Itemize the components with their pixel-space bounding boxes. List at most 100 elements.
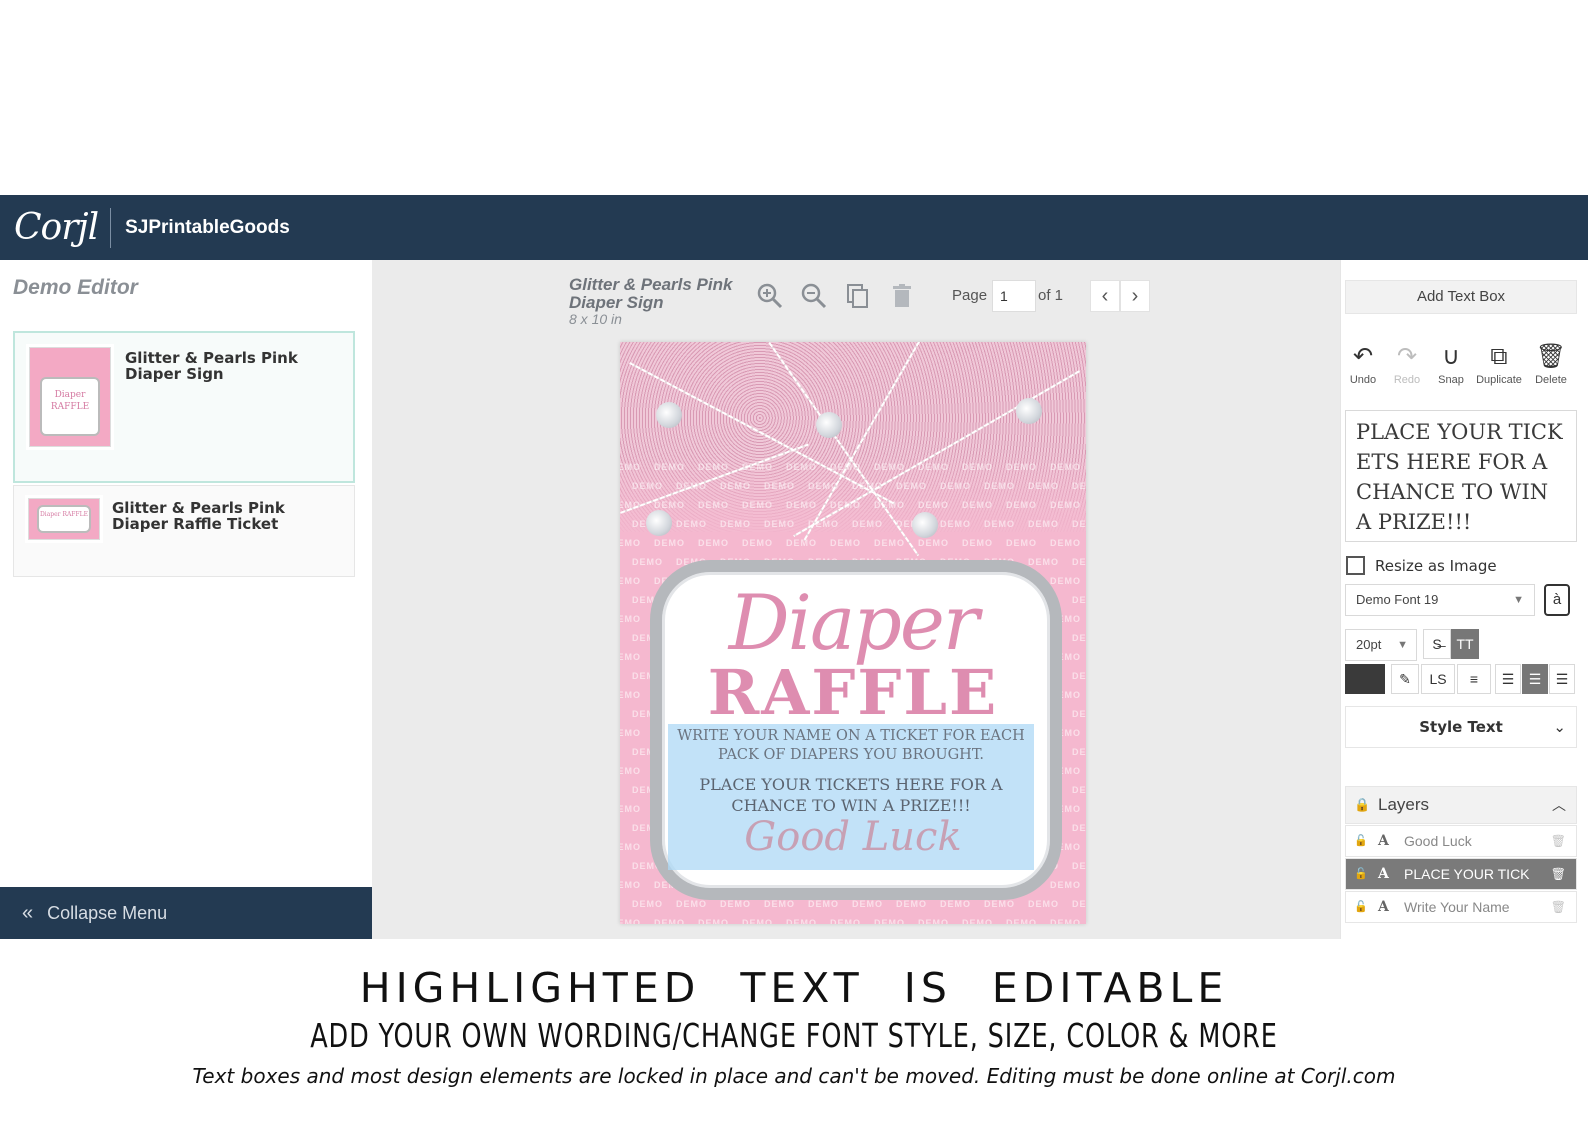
watermark-text: DEMO [1028, 519, 1059, 529]
style-text-dropdown[interactable]: Style Text ⌄ [1345, 706, 1577, 748]
title-script-text[interactable]: Diaper [620, 578, 1086, 667]
trash-icon: 🗑 [1535, 343, 1567, 370]
thumbnail-text: Diaper RAFFLE [37, 505, 91, 533]
snap-button[interactable]: ∪ Snap [1427, 344, 1475, 387]
caret-down-icon: ▼ [1397, 639, 1408, 651]
align-center-button[interactable]: ☰ [1522, 664, 1548, 694]
watermark-text: DEMO [632, 557, 663, 567]
trash-icon[interactable]: 🗑 [1551, 859, 1566, 889]
resize-checkbox[interactable] [1346, 556, 1365, 575]
watermark-text: DEMO [786, 538, 817, 548]
lock-icon[interactable]: 🔓 [1352, 892, 1370, 922]
trash-icon[interactable]: 🗑 [1551, 892, 1566, 922]
title-main-text[interactable]: RAFFLE [620, 656, 1086, 729]
eyedropper-button[interactable]: ✎ [1391, 664, 1419, 694]
document-thumbnail: Diaper RAFFLE [29, 347, 111, 447]
screenshot-stage: Corjl SJPrintableGoods Demo Editor Diape… [0, 0, 1588, 1134]
watermark-text: DEMO [830, 918, 861, 924]
chevron-right-icon: › [1131, 285, 1139, 307]
watermark-text: DEMO [940, 481, 971, 491]
align-right-icon: ☰ [1555, 671, 1569, 687]
special-characters-button[interactable]: à [1544, 584, 1570, 616]
watermark-text: DEMO [984, 519, 1015, 529]
copy-page-icon[interactable] [842, 282, 874, 314]
watermark-text: DEMO [962, 918, 993, 924]
caret-down-icon: ▼ [1513, 594, 1524, 606]
page-label: Page [952, 287, 988, 304]
diamond-gem [656, 402, 682, 428]
watermark-text: DEMO [918, 538, 949, 548]
duplicate-button[interactable]: ⧉ Duplicate [1469, 344, 1529, 387]
lock-icon[interactable]: 🔓 [1352, 859, 1370, 889]
text-edit-field[interactable]: PLACE YOUR TICKETS HERE FOR A CHANCE TO … [1345, 410, 1577, 542]
watermark-text: DEMO [764, 899, 795, 909]
resize-as-image-option[interactable]: Resize as Image [1346, 556, 1497, 575]
write-your-name-text[interactable]: WRITE YOUR NAME ON A TICKET FOR EACH PAC… [668, 727, 1034, 765]
watermark-text: DEMO [1050, 880, 1081, 890]
watermark-text: DEMO [1072, 519, 1086, 529]
document-card-sign[interactable]: Diaper RAFFLE Glitter & Pearls Pink Diap… [13, 331, 355, 483]
good-luck-text[interactable]: Good Luck [620, 814, 1086, 860]
watermark-text: DEMO [962, 538, 993, 548]
collapse-menu-button[interactable]: « Collapse Menu [0, 887, 372, 939]
document-card-ticket[interactable]: Diaper RAFFLE Glitter & Pearls Pink Diap… [13, 485, 355, 577]
watermark-text: DEMO [1006, 462, 1037, 472]
next-page-button[interactable]: › [1120, 280, 1150, 312]
letter-spacing-button[interactable]: LS [1421, 664, 1455, 694]
align-right-button[interactable]: ☰ [1549, 664, 1575, 694]
layers-header[interactable]: 🔒 Layers ︿ [1345, 786, 1577, 824]
line-height-button[interactable]: ≡ [1457, 664, 1491, 694]
zoom-out-icon[interactable] [798, 282, 830, 314]
shop-name[interactable]: SJPrintableGoods [125, 217, 290, 239]
watermark-text: DEMO [654, 918, 685, 924]
trash-icon[interactable] [886, 282, 918, 314]
watermark-text: DEMO [1050, 462, 1081, 472]
lock-icon: 🔒 [1354, 797, 1371, 812]
trash-icon[interactable]: 🗑 [1551, 826, 1566, 856]
text-color-swatch[interactable] [1345, 664, 1385, 694]
watermark-text: DEMO [786, 918, 817, 924]
lock-icon[interactable]: 🔓 [1352, 826, 1370, 856]
add-text-box-button[interactable]: Add Text Box [1345, 280, 1577, 314]
watermark-text: DEMO [1006, 538, 1037, 548]
redo-button[interactable]: ↷ Redo [1383, 344, 1431, 387]
align-left-icon: ☰ [1501, 671, 1515, 687]
project-size: 8 x 10 in [569, 311, 622, 327]
font-family-select[interactable]: Demo Font 19 ▼ [1345, 584, 1535, 616]
canvas-workspace: Glitter & Pearls Pink Diaper Sign 8 x 10… [372, 260, 1340, 939]
layer-row[interactable]: 🔓 A Good Luck 🗑 [1345, 825, 1577, 857]
text-layer-icon: A [1378, 866, 1389, 882]
watermark-text: DEMO [620, 538, 641, 548]
panel-title: Demo Editor [13, 276, 138, 299]
corjl-logo[interactable]: Corjl [14, 207, 99, 248]
watermark-text: DEMO [698, 462, 729, 472]
undo-button[interactable]: ↶ Undo [1339, 344, 1387, 387]
watermark-text: DEMO [764, 519, 795, 529]
align-left-button[interactable]: ☰ [1495, 664, 1521, 694]
delete-button[interactable]: 🗑 Delete [1527, 343, 1575, 387]
watermark-text: DEMO [1050, 500, 1081, 510]
prev-page-button[interactable]: ‹ [1090, 280, 1120, 312]
watermark-text: DEMO [720, 519, 751, 529]
watermark-text: DEMO [676, 519, 707, 529]
watermark-text: DEMO [698, 918, 729, 924]
diamond-gem [646, 510, 672, 536]
strikethrough-button[interactable]: S̶ [1423, 629, 1451, 659]
layer-row[interactable]: 🔓 A Write Your Name 🗑 [1345, 891, 1577, 923]
watermark-text: DEMO [654, 538, 685, 548]
watermark-text: DEMO [1072, 899, 1086, 909]
watermark-text: DEMO [1050, 918, 1081, 924]
page-count: of 1 [1038, 287, 1064, 304]
watermark-text: DEMO [742, 500, 773, 510]
design-canvas[interactable]: DEMO DEMO DEMO DEMO DEMO DEMO DEMO DEMO DEMO DEMO… [620, 342, 1086, 924]
layer-row[interactable]: 🔓 A PLACE YOUR TICK 🗑 [1345, 858, 1577, 890]
font-size-select[interactable]: 20pt ▼ [1345, 629, 1417, 661]
chevron-down-icon: ⌄ [1553, 718, 1566, 736]
watermark-text: DEMO [1072, 481, 1086, 491]
watermark-text: DEMO [852, 899, 883, 909]
watermark-text: DEMO [632, 481, 663, 491]
page-number-input[interactable]: 1 [992, 280, 1036, 312]
place-your-tickets-text[interactable]: PLACE YOUR TICKETS HERE FOR A CHANCE TO … [668, 774, 1034, 816]
zoom-in-icon[interactable] [754, 282, 786, 314]
all-caps-button[interactable]: TT [1451, 629, 1479, 659]
